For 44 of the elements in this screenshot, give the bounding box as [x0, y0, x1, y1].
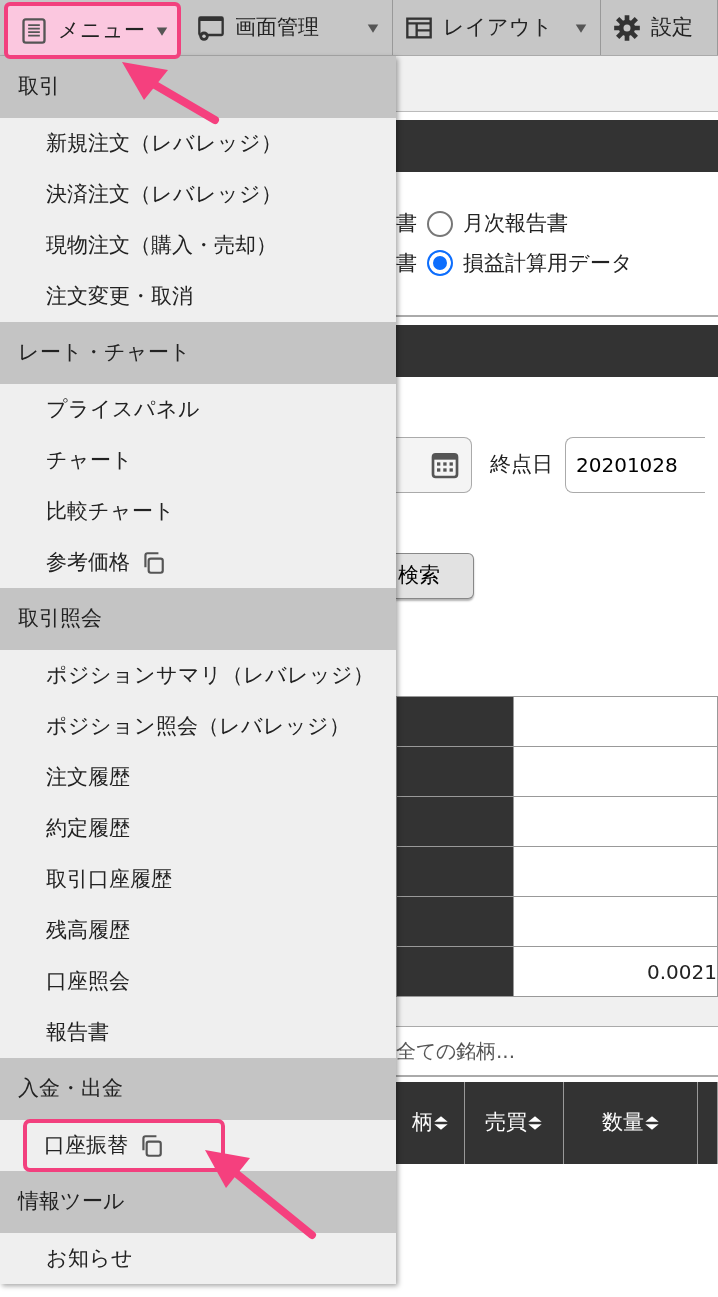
- search-button[interactable]: 検索: [396, 553, 474, 599]
- column-header[interactable]: 数量: [563, 1082, 698, 1164]
- menu-item[interactable]: 約定履歴: [0, 803, 396, 854]
- radio-label: 損益計算用データ: [463, 249, 633, 277]
- table-cell: 0.0021: [513, 946, 718, 997]
- radio-label-fragment: 書: [396, 210, 417, 237]
- menu-section-header: 入金・出金: [0, 1058, 396, 1120]
- date-field[interactable]: 20201028: [565, 437, 705, 493]
- menu-section-header: 取引照会: [0, 588, 396, 650]
- radio-label: 月次報告書: [463, 210, 568, 237]
- toolbar-button[interactable]: レイアウト: [393, 0, 601, 55]
- menu-section-header: レート・チャート: [0, 322, 396, 384]
- radio-button[interactable]: [427, 210, 453, 237]
- menu-item[interactable]: 口座照会: [0, 956, 396, 1007]
- calendar-button[interactable]: [396, 437, 472, 493]
- menu-item[interactable]: ポジションサマリ（レバレッジ）: [0, 650, 396, 701]
- column-header[interactable]: 柄: [396, 1082, 465, 1164]
- radio-label-fragment: 書: [396, 249, 417, 277]
- menu-item[interactable]: チャート: [0, 435, 396, 486]
- menu-section-header: 情報ツール: [0, 1171, 396, 1233]
- field-label: 終点日: [490, 451, 553, 479]
- menu-item[interactable]: 報告書: [0, 1007, 396, 1058]
- monitor-gear-icon: [197, 13, 225, 42]
- settings-icon: [613, 13, 641, 42]
- toolbar-button[interactable]: 設定: [601, 0, 718, 55]
- menu-item[interactable]: 注文履歴: [0, 752, 396, 803]
- column-header[interactable]: 売買: [464, 1082, 564, 1164]
- menu-item[interactable]: 取引口座履歴: [0, 854, 396, 905]
- radio-button[interactable]: [427, 250, 453, 277]
- menu-item[interactable]: 口座振替: [24, 1120, 224, 1171]
- menu-item[interactable]: 比較チャート: [0, 486, 396, 537]
- menu-item[interactable]: 新規注文（レバレッジ）: [0, 118, 396, 169]
- toolbar-button[interactable]: メニュー: [4, 2, 181, 59]
- menu-icon: [20, 16, 48, 45]
- menu-item[interactable]: プライスパネル: [0, 384, 396, 435]
- menu-item[interactable]: ポジション照会（レバレッジ）: [0, 701, 396, 752]
- menu-item[interactable]: お知らせ: [0, 1233, 396, 1284]
- menu-item[interactable]: 残高履歴: [0, 905, 396, 956]
- menu-item[interactable]: 参考価格: [0, 537, 396, 588]
- menu-item[interactable]: 現物注文（購入・売却）: [0, 220, 396, 271]
- menu-item[interactable]: 注文変更・取消: [0, 271, 396, 322]
- menu-item[interactable]: 決済注文（レバレッジ）: [0, 169, 396, 220]
- menu-section-header: 取引: [0, 56, 396, 118]
- toolbar-button[interactable]: 画面管理: [185, 0, 393, 55]
